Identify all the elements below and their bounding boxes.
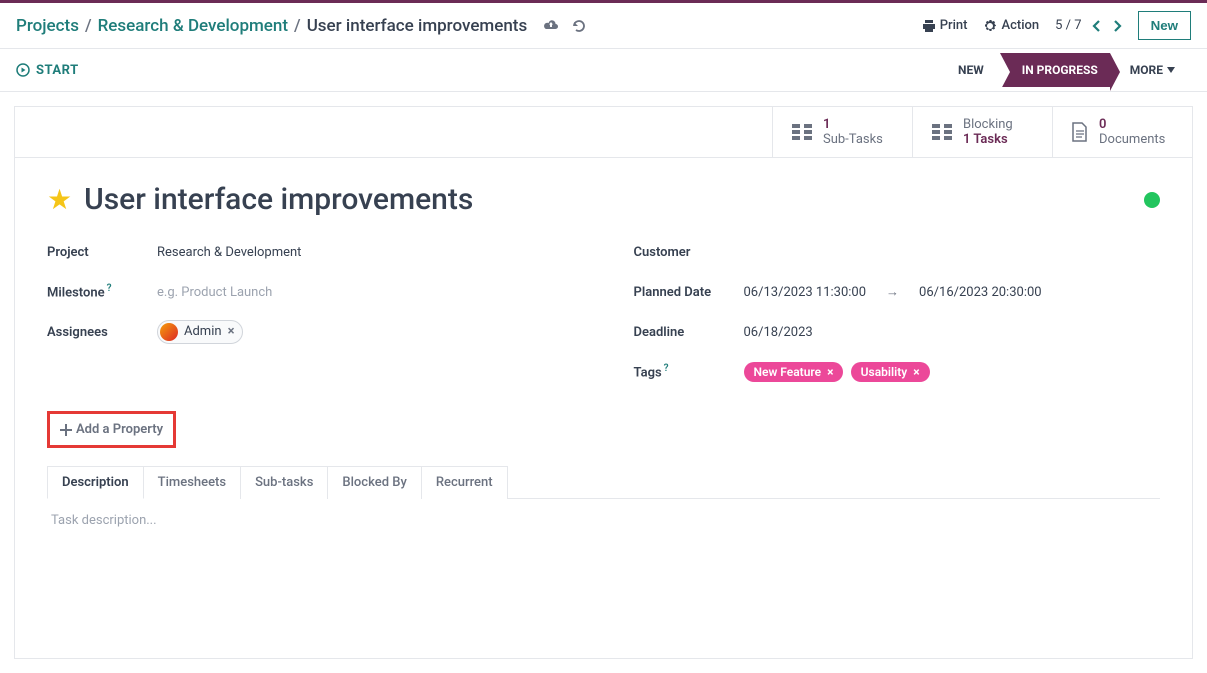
project-field[interactable]: Research & Development — [157, 245, 574, 260]
task-title[interactable]: User interface improvements — [84, 182, 473, 217]
breadcrumb-separator: / — [294, 16, 301, 36]
chevron-left-icon — [1092, 19, 1102, 33]
pager-count: 5 / 7 — [1055, 18, 1081, 33]
planned-date-label: Planned Date — [634, 285, 744, 300]
tag-label: New Feature — [754, 365, 822, 379]
document-icon — [1071, 122, 1089, 142]
tag-new-feature[interactable]: New Feature × — [744, 362, 844, 382]
blocking-count: 1 Tasks — [963, 132, 1013, 147]
tag-label: Usability — [861, 365, 908, 379]
print-button[interactable]: Print — [922, 18, 968, 33]
blocking-icon — [931, 123, 953, 141]
help-icon[interactable]: ? — [107, 283, 112, 294]
assignee-name: Admin — [184, 324, 222, 339]
statbox-blocking[interactable]: Blocking 1 Tasks — [912, 107, 1052, 157]
remove-tag-icon[interactable]: × — [827, 365, 833, 379]
documents-count: 0 — [1099, 117, 1165, 132]
breadcrumb: Projects / Research & Development / User… — [16, 16, 586, 36]
subtasks-count: 1 — [823, 117, 883, 132]
caret-down-icon — [1167, 67, 1175, 73]
cloud-icon[interactable] — [543, 18, 559, 33]
deadline-field[interactable]: 06/18/2023 — [744, 325, 1161, 340]
start-button[interactable]: START — [16, 63, 79, 78]
tab-timesheets[interactable]: Timesheets — [144, 466, 241, 499]
milestone-field[interactable]: e.g. Product Launch — [157, 285, 574, 300]
planned-end-field[interactable]: 06/16/2023 20:30:00 — [919, 285, 1042, 300]
gear-icon — [983, 19, 997, 33]
stage-selector: NEW IN PROGRESS MORE — [942, 53, 1191, 87]
stage-more[interactable]: MORE — [1110, 53, 1191, 87]
breadcrumb-parent[interactable]: Research & Development — [98, 16, 288, 36]
deadline-label: Deadline — [634, 325, 744, 340]
avatar-icon — [160, 323, 178, 341]
subtasks-label: Sub-Tasks — [823, 132, 883, 147]
stage-new[interactable]: NEW — [942, 53, 1000, 87]
pager: 5 / 7 — [1055, 18, 1121, 33]
assignees-label: Assignees — [47, 325, 157, 340]
planned-start-field[interactable]: 06/13/2023 11:30:00 — [744, 285, 867, 300]
assignees-field[interactable]: Admin × — [157, 320, 574, 345]
tab-recurrent[interactable]: Recurrent — [422, 466, 508, 499]
more-label: MORE — [1130, 63, 1163, 77]
action-button[interactable]: Action — [983, 18, 1039, 33]
tags-field[interactable]: New Feature × Usability × — [744, 362, 1161, 382]
undo-icon[interactable] — [571, 18, 586, 33]
print-icon — [922, 19, 936, 33]
add-property-label: Add a Property — [76, 422, 163, 437]
pager-next[interactable] — [1112, 19, 1122, 33]
arrow-right-icon: → — [886, 284, 899, 300]
print-label: Print — [940, 18, 968, 33]
help-icon[interactable]: ? — [664, 363, 669, 374]
breadcrumb-separator: / — [85, 16, 92, 36]
tab-description[interactable]: Description — [47, 466, 144, 499]
tab-subtasks[interactable]: Sub-tasks — [241, 466, 328, 499]
new-button[interactable]: New — [1138, 11, 1191, 40]
breadcrumb-projects[interactable]: Projects — [16, 16, 79, 36]
favorite-star-icon[interactable]: ★ — [47, 183, 72, 216]
blocking-label: Blocking — [963, 117, 1013, 132]
milestone-label: Milestone? — [47, 283, 157, 300]
tags-label: Tags? — [634, 363, 744, 380]
pager-prev[interactable] — [1092, 19, 1102, 33]
remove-tag-icon[interactable]: × — [913, 365, 919, 379]
plus-icon — [60, 424, 72, 436]
kanban-state-dot[interactable] — [1144, 192, 1160, 208]
subtasks-icon — [791, 123, 813, 141]
play-circle-icon — [16, 63, 30, 77]
documents-label: Documents — [1099, 132, 1165, 147]
statbox-subtasks[interactable]: 1 Sub-Tasks — [772, 107, 912, 157]
statbox-documents[interactable]: 0 Documents — [1052, 107, 1192, 157]
description-editor[interactable]: Task description... — [47, 498, 1160, 648]
chevron-right-icon — [1112, 19, 1122, 33]
action-label: Action — [1001, 18, 1039, 33]
tab-blocked-by[interactable]: Blocked By — [328, 466, 421, 499]
remove-assignee-icon[interactable]: × — [228, 324, 235, 339]
customer-label: Customer — [634, 245, 744, 260]
stage-in-progress[interactable]: IN PROGRESS — [1000, 53, 1110, 87]
add-property-button[interactable]: Add a Property — [52, 416, 171, 443]
assignee-tag[interactable]: Admin × — [157, 320, 243, 344]
breadcrumb-current: User interface improvements — [307, 16, 528, 36]
start-label: START — [36, 63, 79, 78]
tabs: Description Timesheets Sub-tasks Blocked… — [47, 466, 1160, 499]
tag-usability[interactable]: Usability × — [851, 362, 930, 382]
project-label: Project — [47, 245, 157, 260]
